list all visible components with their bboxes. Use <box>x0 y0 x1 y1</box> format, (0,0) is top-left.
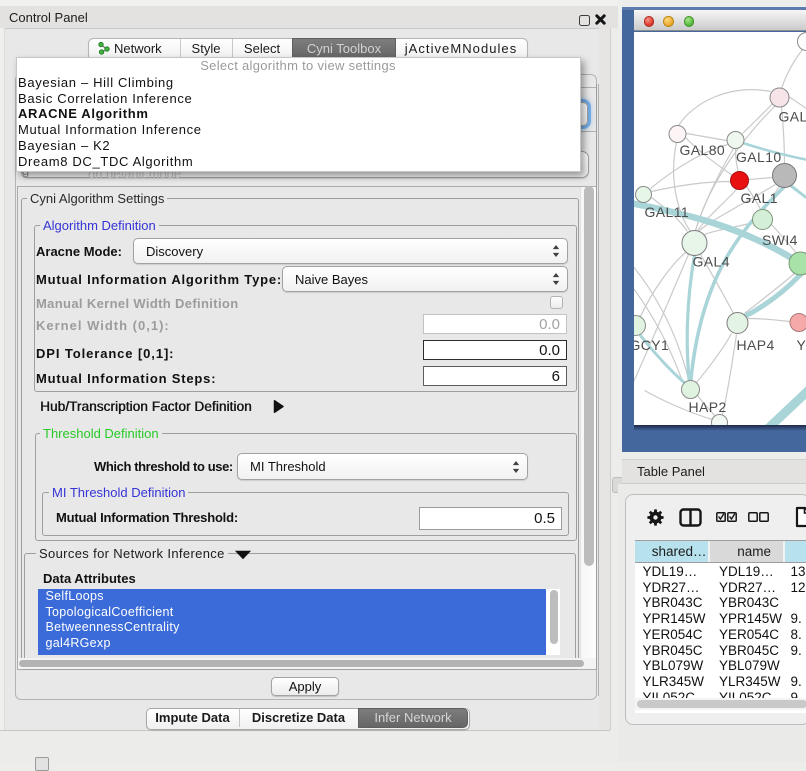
svg-text:GAL1: GAL1 <box>740 190 777 206</box>
svg-text:HAP4: HAP4 <box>736 337 774 353</box>
svg-text:SWI4: SWI4 <box>762 232 798 248</box>
svg-text:GAL80: GAL80 <box>679 142 725 158</box>
svg-text:GAL7: GAL7 <box>778 108 806 124</box>
svg-text:HAP2: HAP2 <box>688 399 726 415</box>
svg-text:GAL10: GAL10 <box>736 149 782 165</box>
svg-text:GAL4: GAL4 <box>692 253 729 269</box>
svg-text:Y: Y <box>796 337 806 353</box>
svg-text:GAL11: GAL11 <box>644 204 689 220</box>
svg-text:GCY1: GCY1 <box>634 337 669 353</box>
